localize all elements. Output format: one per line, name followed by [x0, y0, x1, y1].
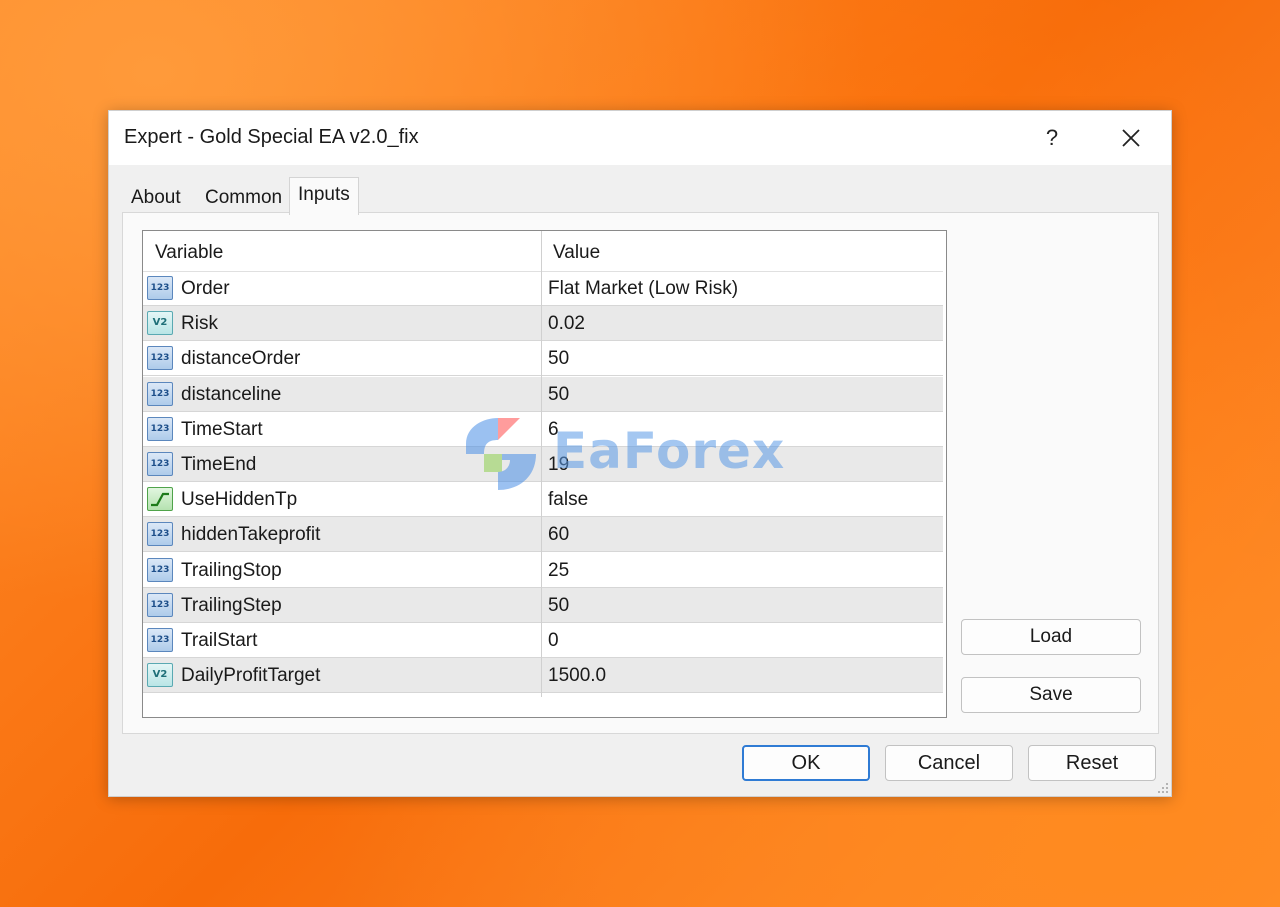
- reset-button[interactable]: Reset: [1028, 745, 1156, 781]
- int-type-icon: 123: [147, 416, 173, 441]
- type-icon-label: 123: [150, 599, 170, 610]
- int-type-icon: 123: [147, 381, 173, 406]
- type-icon-label: V2: [152, 669, 168, 681]
- load-button[interactable]: Load: [961, 619, 1141, 655]
- table-row[interactable]: 123 TrailStart 0: [143, 623, 943, 658]
- variable-name: TrailStart: [181, 630, 258, 651]
- table-row[interactable]: 123 TimeEnd 19: [143, 447, 943, 482]
- variable-name: TrailingStop: [181, 559, 282, 581]
- close-button[interactable]: [1111, 119, 1151, 157]
- type-icon-label: 123: [150, 388, 170, 399]
- close-icon: [1122, 129, 1140, 147]
- tab-about[interactable]: About: [123, 183, 189, 213]
- int-type-icon: 123: [147, 276, 173, 300]
- column-header-variable[interactable]: Variable: [155, 231, 223, 271]
- type-icon-label: 123: [150, 353, 170, 364]
- window-title: Expert - Gold Special EA v2.0_fix: [124, 126, 419, 148]
- double-type-icon: V2: [147, 663, 173, 688]
- table-row[interactable]: 123 distanceOrder 50: [143, 341, 943, 377]
- variable-name: distanceOrder: [181, 348, 301, 370]
- double-type-icon: V2: [147, 311, 173, 336]
- column-header-value[interactable]: Value: [553, 231, 600, 271]
- variable-value[interactable]: 50: [548, 377, 569, 412]
- variable-value[interactable]: 0: [548, 623, 559, 658]
- save-button[interactable]: Save: [961, 677, 1141, 713]
- variable-name: UseHiddenTp: [181, 489, 298, 511]
- variable-name: TimeStart: [181, 418, 263, 440]
- int-type-icon: 123: [147, 628, 173, 652]
- variable-name: TimeEnd: [181, 454, 257, 475]
- variable-name: DailyProfitTarget: [181, 665, 321, 687]
- tab-inputs[interactable]: Inputs: [289, 177, 359, 215]
- int-type-icon: 123: [147, 452, 173, 476]
- table-row[interactable]: V2 Risk 0.02: [143, 306, 943, 342]
- cancel-button[interactable]: Cancel: [885, 745, 1013, 781]
- column-divider[interactable]: [541, 231, 542, 697]
- variable-name: Order: [181, 278, 230, 299]
- type-icon-label: 123: [150, 423, 170, 434]
- table-row[interactable]: 123 distanceline 50: [143, 376, 943, 412]
- tab-common[interactable]: Common: [197, 183, 290, 213]
- expert-properties-dialog: Expert - Gold Special EA v2.0_fix ? Abou…: [108, 110, 1172, 797]
- table-row[interactable]: 123 hiddenTakeprofit 60: [143, 517, 943, 553]
- variable-value[interactable]: false: [548, 482, 588, 517]
- type-icon-label: 123: [150, 283, 170, 293]
- table-row[interactable]: 123 TrailingStep 50: [143, 587, 943, 623]
- variable-value[interactable]: 19: [548, 447, 569, 482]
- resize-grip-icon[interactable]: [1157, 782, 1169, 794]
- inputs-table[interactable]: Variable Value 123 Order Flat Market (Low …: [142, 230, 947, 718]
- variable-value[interactable]: 25: [548, 553, 569, 588]
- table-row[interactable]: 123 TrailingStop 25: [143, 553, 943, 588]
- variable-value[interactable]: 50: [548, 341, 569, 376]
- type-icon-label: V2: [152, 317, 168, 329]
- int-type-icon: 123: [147, 592, 173, 617]
- table-row[interactable]: V2 DailyProfitTarget 1500.0: [143, 658, 943, 694]
- type-icon-label: 123: [150, 635, 170, 645]
- variable-value[interactable]: 0.02: [548, 306, 585, 341]
- table-row[interactable]: 123 TimeStart 6: [143, 412, 943, 447]
- title-bar: Expert - Gold Special EA v2.0_fix ?: [109, 111, 1171, 165]
- bool-type-icon: [147, 487, 173, 512]
- variable-name: distanceline: [181, 383, 282, 405]
- variable-name: TrailingStep: [181, 594, 282, 616]
- int-type-icon: 123: [147, 557, 173, 582]
- type-icon-label: 123: [150, 564, 170, 575]
- type-icon-label: 123: [150, 529, 170, 540]
- type-icon-label: 123: [150, 459, 170, 469]
- variable-value[interactable]: Flat Market (Low Risk): [548, 271, 738, 306]
- variable-value[interactable]: 6: [548, 412, 559, 447]
- variable-name: hiddenTakeprofit: [181, 524, 321, 546]
- variable-value[interactable]: 1500.0: [548, 658, 606, 693]
- table-row[interactable]: UseHiddenTp false: [143, 482, 943, 518]
- variable-value[interactable]: 50: [548, 588, 569, 623]
- int-type-icon: 123: [147, 346, 173, 371]
- table-row[interactable]: 123 Order Flat Market (Low Risk): [143, 271, 943, 306]
- table-header: Variable Value: [143, 231, 943, 272]
- ok-button[interactable]: OK: [742, 745, 870, 781]
- variable-name: Risk: [181, 313, 218, 335]
- int-type-icon: 123: [147, 522, 173, 547]
- help-button[interactable]: ?: [1037, 119, 1067, 157]
- variable-value[interactable]: 60: [548, 517, 569, 552]
